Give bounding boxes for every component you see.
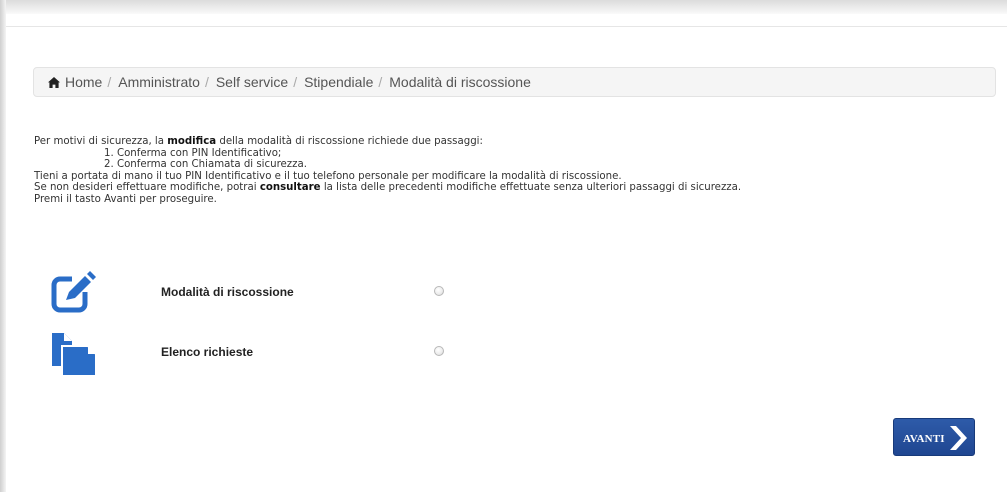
breadcrumb-home[interactable]: Home — [48, 74, 102, 90]
breadcrumb-self-service[interactable]: Self service — [216, 74, 288, 90]
breadcrumb-separator: / — [107, 74, 112, 90]
window-frame-left — [0, 0, 6, 492]
option-label: Elenco richieste — [161, 345, 254, 359]
intro-bold-modifica: modifica — [167, 136, 217, 147]
option-radio[interactable] — [434, 286, 444, 296]
breadcrumb-current: Modalità di riscossione — [389, 74, 531, 90]
option-radio[interactable] — [434, 346, 444, 356]
intro-bold-consultare: consultare — [259, 182, 321, 194]
breadcrumb-separator: / — [378, 74, 383, 90]
breadcrumb-home-label: Home — [65, 74, 103, 90]
intro-text: Per motivi di sicurezza, la modifica del… — [34, 136, 934, 206]
intro-step-1: 1. Conferma con PIN Identificativo; — [104, 147, 282, 159]
intro-line-1: Per motivi di sicurezza, la modifica del… — [34, 136, 483, 147]
breadcrumb-stipendiale[interactable]: Stipendiale — [304, 74, 373, 90]
intro-line-6: Premi il tasto Avanti per proseguire. — [34, 193, 217, 205]
avanti-button-label: AVANTI — [903, 433, 945, 445]
intro-line-4: Tieni a portata di mano il tuo PIN Ident… — [34, 170, 622, 182]
chevron-right-icon — [950, 426, 967, 450]
avanti-button[interactable]: AVANTI — [893, 418, 975, 456]
header-divider — [6, 26, 1007, 27]
home-icon — [48, 76, 60, 88]
breadcrumb-amministrato[interactable]: Amministrato — [118, 74, 200, 90]
breadcrumb: Home / Amministrato / Self service / Sti… — [33, 67, 996, 97]
breadcrumb-separator: / — [293, 74, 298, 90]
intro-line-5: Se non desideri effettuare modifiche, po… — [34, 182, 742, 194]
option-modalita-riscossione[interactable]: Modalità di riscossione — [50, 270, 450, 314]
window-frame-top — [0, 0, 1007, 14]
edit-icon — [51, 270, 96, 313]
documents-icon — [52, 333, 96, 376]
option-label: Modalità di riscossione — [161, 285, 294, 299]
intro-step-2: 2. Conferma con Chiamata di sicurezza. — [104, 159, 307, 171]
breadcrumb-separator: / — [204, 74, 209, 90]
option-elenco-richieste[interactable]: Elenco richieste — [50, 330, 450, 376]
